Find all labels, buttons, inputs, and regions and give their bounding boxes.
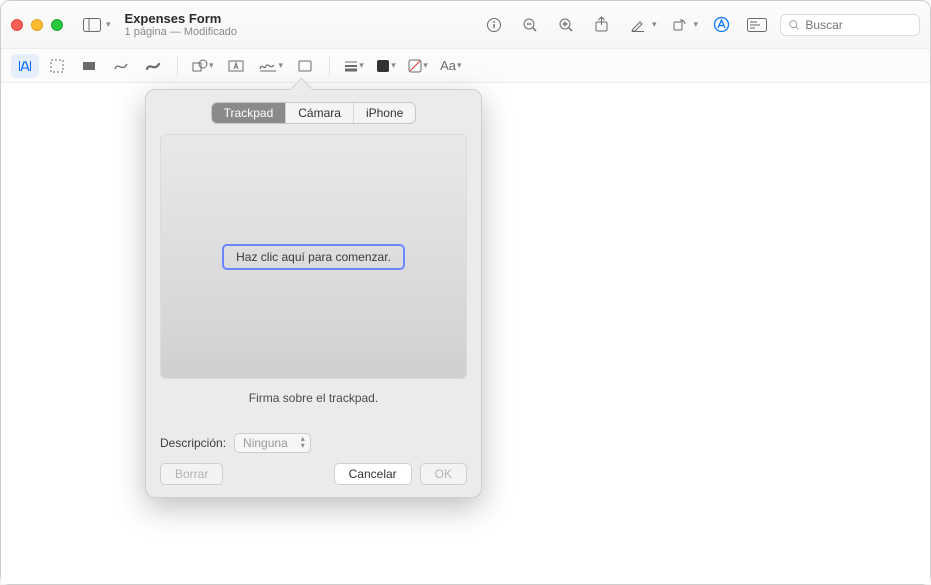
tab-camera[interactable]: Cámara: [285, 103, 353, 123]
markup-toolbar: ▾ ▾ ▾ ▾ ▾ Aa ▾: [1, 49, 930, 83]
info-icon: [486, 17, 502, 33]
fill-color-icon: [408, 59, 422, 73]
rotate-icon: [666, 12, 692, 38]
chevron-down-icon: ▾: [457, 60, 462, 71]
chevron-down-icon: ▾: [652, 19, 657, 30]
stroke-color-icon: [376, 59, 390, 73]
rotate-button[interactable]: ▾: [666, 12, 698, 38]
signature-source-tabs: Trackpad Cámara iPhone: [160, 102, 467, 124]
draw-tool[interactable]: [139, 54, 167, 78]
chevron-down-icon: ▾: [693, 19, 698, 30]
select-arrows-icon: ▴▾: [301, 435, 305, 449]
rect-select-icon: [50, 59, 64, 73]
text-style-icon: Aa: [440, 58, 456, 73]
sign-icon: [258, 59, 278, 73]
signature-popover: Trackpad Cámara iPhone Haz clic aquí par…: [145, 89, 482, 498]
textbox-tool[interactable]: [222, 54, 250, 78]
tab-iphone[interactable]: iPhone: [353, 103, 415, 123]
sketch-tool[interactable]: [107, 54, 135, 78]
stroke-icon: [344, 60, 358, 72]
titlebar: ▾ Expenses Form 1 página — Modificado ▾: [1, 1, 930, 49]
chevron-down-icon: ▾: [359, 60, 364, 71]
inspector-button[interactable]: [481, 12, 507, 38]
chevron-down-icon: ▾: [423, 60, 428, 71]
note-tool[interactable]: [291, 54, 319, 78]
preview-window: ▾ Expenses Form 1 página — Modificado ▾: [0, 0, 931, 585]
chevron-down-icon: ▾: [106, 19, 111, 30]
clear-button[interactable]: Borrar: [160, 463, 223, 485]
sketch-icon: [113, 59, 129, 73]
sidebar-toggle-button[interactable]: ▾: [79, 12, 111, 38]
cancel-button[interactable]: Cancelar: [334, 463, 412, 485]
form-fill-icon: [747, 18, 767, 32]
draw-icon: [145, 59, 161, 73]
zoom-out-button[interactable]: [517, 12, 543, 38]
chevron-down-icon: ▾: [391, 60, 396, 71]
description-select[interactable]: Ninguna ▴▾: [234, 433, 311, 453]
text-selection-tool[interactable]: [11, 54, 39, 78]
zoom-window-button[interactable]: [51, 19, 63, 31]
chevron-down-icon: ▾: [279, 60, 284, 71]
minimize-window-button[interactable]: [31, 19, 43, 31]
text-style-tool[interactable]: Aa ▾: [436, 54, 465, 78]
note-icon: [298, 59, 312, 73]
share-button[interactable]: [589, 12, 615, 38]
search-icon: [789, 19, 799, 31]
separator: [329, 57, 330, 75]
search-input[interactable]: [805, 18, 911, 32]
markup-icon: [713, 16, 730, 33]
redact-icon: [82, 59, 96, 73]
description-label: Descripción:: [160, 436, 226, 450]
zoom-in-icon: [558, 17, 574, 33]
popover-button-row: Borrar Cancelar OK: [160, 463, 467, 485]
description-row: Descripción: Ninguna ▴▾: [160, 433, 467, 453]
rect-selection-tool[interactable]: [43, 54, 71, 78]
textbox-icon: [228, 59, 244, 73]
document-subtitle: 1 página — Modificado: [125, 26, 265, 38]
sidebar-icon: [79, 12, 105, 38]
zoom-in-button[interactable]: [553, 12, 579, 38]
document-title: Expenses Form: [125, 11, 265, 26]
separator: [177, 57, 178, 75]
window-traffic-lights: [11, 19, 63, 31]
close-window-button[interactable]: [11, 19, 23, 31]
search-field[interactable]: [780, 14, 920, 36]
tab-trackpad[interactable]: Trackpad: [212, 103, 286, 123]
form-fill-button[interactable]: [744, 12, 770, 38]
sign-tool[interactable]: ▾: [254, 54, 288, 78]
document-canvas[interactable]: Trackpad Cámara iPhone Haz clic aquí par…: [1, 83, 930, 584]
text-select-icon: [18, 59, 32, 73]
shapes-icon: [192, 59, 208, 73]
markup-toggle-button[interactable]: [708, 12, 734, 38]
zoom-out-icon: [522, 17, 538, 33]
highlight-icon: [625, 12, 651, 38]
signature-canvas[interactable]: Haz clic aquí para comenzar.: [160, 134, 467, 379]
description-value: Ninguna: [243, 436, 288, 450]
share-icon: [594, 16, 609, 33]
fill-color-tool[interactable]: ▾: [404, 54, 432, 78]
stroke-width-tool[interactable]: ▾: [340, 54, 368, 78]
signature-caption: Firma sobre el trackpad.: [160, 391, 467, 405]
highlight-button[interactable]: ▾: [625, 12, 657, 38]
document-title-block[interactable]: Expenses Form 1 página — Modificado: [125, 11, 265, 38]
redact-tool[interactable]: [75, 54, 103, 78]
start-signing-button[interactable]: Haz clic aquí para comenzar.: [222, 244, 405, 270]
chevron-down-icon: ▾: [209, 60, 214, 71]
ok-button[interactable]: OK: [420, 463, 467, 485]
shapes-tool[interactable]: ▾: [188, 54, 218, 78]
stroke-color-tool[interactable]: ▾: [372, 54, 400, 78]
